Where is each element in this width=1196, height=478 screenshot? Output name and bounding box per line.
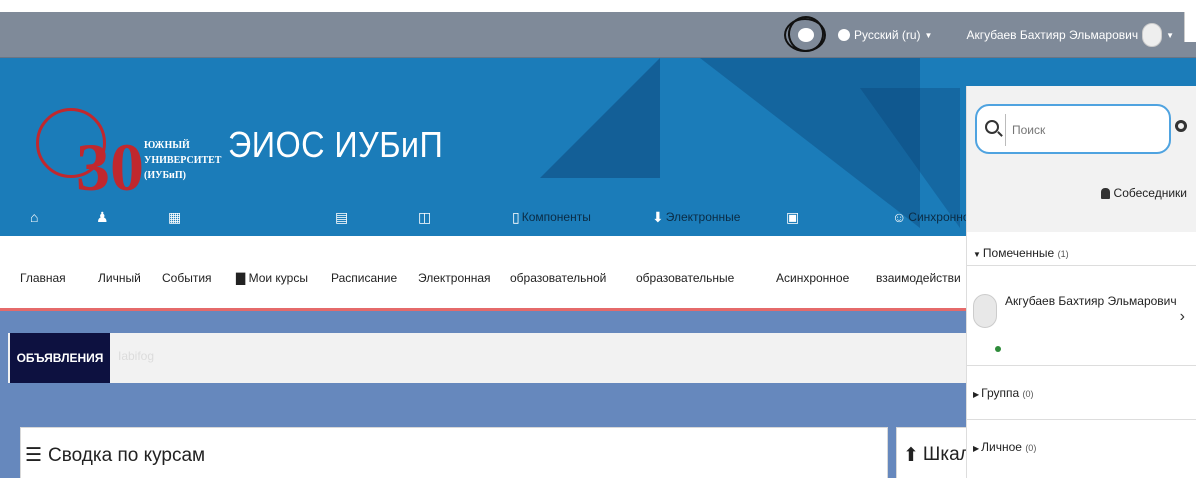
drawer-header: Собеседники: [967, 86, 1196, 232]
profile-icon[interactable]: ♟: [96, 208, 109, 226]
course-overview-block: ☰ Сводка по курсам: [20, 427, 888, 478]
section-starred[interactable]: ▼ Помеченные (1): [967, 232, 1196, 266]
nav-item-components[interactable]: образовательнойпрограммы: [510, 258, 606, 310]
caret-down-icon: ▼: [1166, 30, 1174, 40]
caret-right-icon: ▶: [973, 390, 980, 399]
person-icon: [1100, 187, 1110, 199]
logo-anniversary-mark: 30: [76, 129, 144, 205]
main-nav: Главная Личныйкабинет События ▇ Мои курс…: [0, 236, 966, 310]
block-title: ☰ Сводка по курсам: [25, 444, 206, 467]
search-input[interactable]: [1005, 114, 1165, 146]
message-drawer: Собеседники ▼Помеченные (1) Акгубаев Бах…: [966, 86, 1196, 478]
caret-down-icon: ▼: [924, 30, 933, 40]
caret-right-icon: ▶: [973, 444, 980, 453]
nav-item-cabinet[interactable]: Личныйкабинет: [98, 258, 142, 310]
calendar-icon[interactable]: ▦: [168, 208, 181, 226]
schedule-icon[interactable]: ▤: [335, 208, 348, 226]
list-icon: ☰: [25, 445, 43, 466]
gear-icon[interactable]: [1175, 120, 1187, 132]
nav-icon-row: ⌂ ♟ ▦ ▤ ◫ ▯ Компоненты ⬇ Электронные ▣ ☺…: [0, 202, 976, 236]
user-avatar: [1142, 23, 1163, 47]
briefcase-icon: ▇: [236, 271, 249, 285]
language-menu[interactable]: Русский (ru) ▼: [838, 28, 932, 42]
section-personal[interactable]: ▶ Личное (0): [967, 420, 1196, 478]
header-decoration: [540, 58, 660, 178]
components-label: Компоненты: [521, 210, 591, 224]
phone-icon: ▯: [512, 209, 520, 225]
resources-nav[interactable]: ⬇ Электронные: [652, 208, 740, 226]
sync-nav[interactable]: ☺ Синхронное: [892, 208, 976, 226]
nav-item-events[interactable]: События: [162, 258, 212, 298]
online-status-icon: [995, 346, 1001, 352]
university-name: ЮЖНЫЙ УНИВЕРСИТЕТ (ИУБиП): [144, 140, 222, 181]
message-bubble-icon: [798, 28, 814, 42]
avatar: [973, 294, 997, 328]
user-menu[interactable]: Акгубаев Бахтияр Эльмарович ▼: [966, 23, 1174, 47]
language-label: Русский (ru): [854, 28, 921, 42]
contacts-link[interactable]: Собеседники: [1100, 186, 1187, 200]
globe-icon: [838, 29, 850, 41]
topbar-controls: Русский (ru) ▼ Акгубаев Бахтияр Эльмаров…: [782, 10, 1174, 58]
components-nav[interactable]: ▯ Компоненты: [512, 208, 591, 226]
university-logo[interactable]: 30: [36, 88, 144, 218]
scrollbar[interactable]: [1184, 12, 1196, 42]
download-icon: ⬇: [652, 209, 664, 225]
nav-item-resources[interactable]: образовательныересурсы: [636, 258, 734, 310]
electronic-label: Электронные: [665, 210, 741, 224]
nav-item-sync[interactable]: взаимодействи: [876, 258, 961, 298]
page-content: ОБЪЯВЛЕНИЯ Iabifog ☰ Сводка по курсам ⬆ …: [0, 311, 981, 478]
section-group[interactable]: ▶ Группа (0): [967, 366, 1196, 420]
user-name: Акгубаев Бахтияр Эльмарович: [966, 28, 1139, 42]
caret-down-icon: ▼: [973, 250, 981, 259]
home-icon[interactable]: ⌂: [30, 208, 38, 226]
search-icon[interactable]: [985, 120, 999, 134]
contact-name: Акгубаев Бахтияр Эльмарович: [1005, 294, 1177, 308]
timeline-block: ⬆ Шкала: [896, 427, 981, 478]
nav-item-my-courses[interactable]: ▇ Мои курсы: [236, 258, 308, 298]
nav-item-schedule[interactable]: Расписаниезанятий: [331, 258, 397, 310]
messages-toggle[interactable]: [782, 10, 830, 58]
tab-secondary[interactable]: Iabifog: [118, 349, 154, 363]
chevron-right-icon: ›: [1179, 308, 1185, 325]
tab-announcements[interactable]: ОБЪЯВЛЕНИЯ: [10, 333, 110, 383]
top-bar: Русский (ru) ▼ Акгубаев Бахтияр Эльмаров…: [0, 10, 1196, 58]
book-icon[interactable]: ◫: [418, 208, 431, 226]
list-item[interactable]: Акгубаев Бахтияр Эльмарович ›: [967, 266, 1196, 366]
nav-item-library[interactable]: Электроннаябиблиотека: [418, 258, 491, 310]
nav-item-home[interactable]: Главная: [20, 258, 66, 298]
nav-item-async[interactable]: Асинхронноевзаимодействие: [776, 258, 867, 310]
site-title: ЭИОС ИУБиП: [228, 124, 444, 165]
arrow-up-icon: ⬆: [903, 445, 919, 466]
search-box: [975, 104, 1171, 154]
smile-chat-icon: ☺: [892, 209, 907, 225]
chat-icon[interactable]: ▣: [786, 208, 799, 226]
